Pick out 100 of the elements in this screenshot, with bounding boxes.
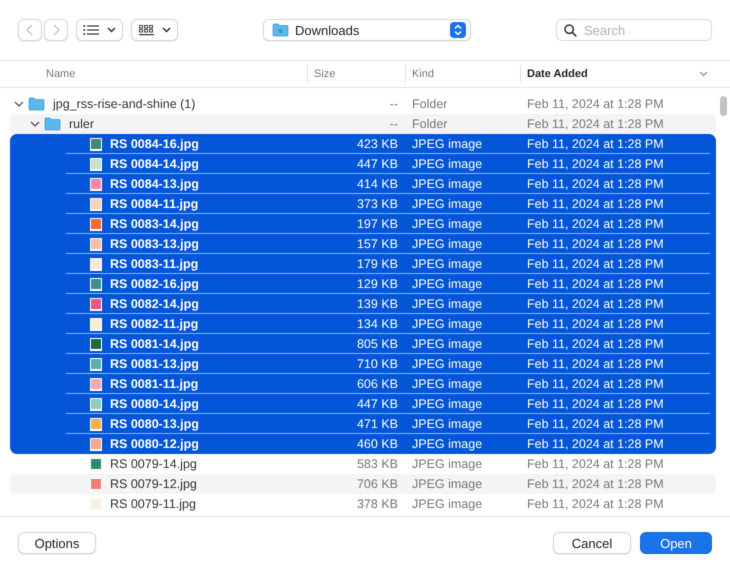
file-name: RS 0084-16.jpg bbox=[110, 137, 199, 151]
dialog-button[interactable]: Cancel bbox=[553, 532, 631, 554]
list-view-button[interactable] bbox=[76, 19, 123, 41]
date-added: Feb 11, 2024 at 1:28 PM bbox=[526, 497, 665, 511]
file-row[interactable]: RS 0084-13.jpg 414 KB JPEG image Feb 11, 2024 at 1:28 PM bbox=[10, 174, 716, 194]
date-added: Feb 11, 2024 at 1:28 PM bbox=[526, 357, 665, 371]
search-field[interactable]: Search bbox=[556, 19, 712, 41]
file-name: RS 0082-11.jpg bbox=[110, 317, 198, 331]
file-name: RS 0081-14.jpg bbox=[110, 337, 199, 351]
search-icon bbox=[564, 24, 577, 36]
up-down-arrows-icon bbox=[450, 22, 466, 38]
file-name: RS 0081-11.jpg bbox=[110, 377, 198, 391]
file-kind: JPEG image bbox=[411, 377, 484, 391]
file-row[interactable]: RS 0081-11.jpg 606 KB JPEG image Feb 11, 2024 at 1:28 PM bbox=[10, 374, 716, 394]
file-kind: JPEG image bbox=[411, 437, 484, 451]
dialog-button[interactable]: Open bbox=[640, 532, 712, 554]
file-kind: JPEG image bbox=[411, 397, 484, 411]
file-name: RS 0080-13.jpg bbox=[110, 417, 199, 431]
date-added: Feb 11, 2024 at 1:28 PM bbox=[526, 137, 665, 151]
file-size: 805 KB bbox=[356, 337, 398, 351]
file-row[interactable]: RS 0082-11.jpg 134 KB JPEG image Feb 11, 2024 at 1:28 PM bbox=[10, 314, 716, 334]
file-name: RS 0079-14.jpg bbox=[110, 457, 197, 471]
file-row[interactable]: RS 0081-14.jpg 805 KB JPEG image Feb 11, 2024 at 1:28 PM bbox=[10, 334, 716, 354]
file-kind: JPEG image bbox=[411, 157, 484, 171]
file-size: 129 KB bbox=[356, 277, 398, 291]
chevron-down-icon[interactable] bbox=[14, 100, 24, 108]
column-header[interactable]: Kind bbox=[412, 68, 434, 80]
file-row[interactable]: RS 0080-13.jpg 471 KB JPEG image Feb 11, 2024 at 1:28 PM bbox=[10, 414, 716, 434]
file-size: 378 KB bbox=[356, 497, 398, 511]
folder-icon bbox=[272, 23, 289, 37]
file-row[interactable]: RS 0080-14.jpg 447 KB JPEG image Feb 11, 2024 at 1:28 PM bbox=[10, 394, 716, 414]
file-name: RS 0082-14.jpg bbox=[110, 297, 199, 311]
file-kind: JPEG image bbox=[411, 497, 484, 511]
file-name: RS 0080-12.jpg bbox=[110, 437, 199, 451]
date-added: Feb 11, 2024 at 1:28 PM bbox=[526, 457, 665, 471]
file-row[interactable]: RS 0084-11.jpg 373 KB JPEG image Feb 11, 2024 at 1:28 PM bbox=[10, 194, 716, 214]
file-size: 134 KB bbox=[356, 317, 398, 331]
file-name: RS 0082-16.jpg bbox=[110, 277, 199, 291]
file-row[interactable]: RS 0084-14.jpg 447 KB JPEG image Feb 11, 2024 at 1:28 PM bbox=[10, 154, 716, 174]
file-row[interactable]: RS 0083-13.jpg 157 KB JPEG image Feb 11, 2024 at 1:28 PM bbox=[10, 234, 716, 254]
file-row[interactable]: RS 0079-11.jpg 378 KB JPEG image Feb 11, 2024 at 1:28 PM bbox=[10, 494, 716, 514]
date-added: Feb 11, 2024 at 1:28 PM bbox=[526, 417, 665, 431]
date-added: Feb 11, 2024 at 1:28 PM bbox=[526, 257, 665, 271]
column-header[interactable]: Date Added bbox=[527, 68, 588, 80]
file-kind: JPEG image bbox=[411, 317, 484, 331]
file-kind: JPEG image bbox=[411, 177, 484, 191]
date-added: Feb 11, 2024 at 1:28 PM bbox=[526, 217, 665, 231]
file-kind: Folder bbox=[411, 97, 448, 111]
file-size: 423 KB bbox=[356, 137, 398, 151]
grid-icon bbox=[138, 24, 154, 36]
file-size: 414 KB bbox=[356, 177, 398, 191]
file-size: 606 KB bbox=[356, 377, 398, 391]
file-size: 139 KB bbox=[356, 297, 398, 311]
file-row[interactable]: RS 0084-16.jpg 423 KB JPEG image Feb 11, 2024 at 1:28 PM bbox=[10, 134, 716, 154]
file-row[interactable]: RS 0080-12.jpg 460 KB JPEG image Feb 11, 2024 at 1:28 PM bbox=[10, 434, 716, 454]
file-row[interactable]: RS 0083-14.jpg 197 KB JPEG image Feb 11, 2024 at 1:28 PM bbox=[10, 214, 716, 234]
file-row[interactable]: RS 0082-14.jpg 139 KB JPEG image Feb 11, 2024 at 1:28 PM bbox=[10, 294, 716, 314]
file-name: RS 0083-11.jpg bbox=[110, 257, 198, 271]
file-kind: JPEG image bbox=[411, 357, 484, 371]
column-header[interactable]: Name bbox=[46, 68, 76, 80]
date-added: Feb 11, 2024 at 1:28 PM bbox=[526, 177, 665, 191]
file-row[interactable]: jpg_rss-rise-and-shine (1) -- Folder Feb 11, 2024 at 1:28 PM bbox=[10, 94, 716, 114]
date-added: Feb 11, 2024 at 1:28 PM bbox=[526, 277, 665, 291]
chevron-right-icon bbox=[52, 24, 60, 36]
folder-icon bbox=[44, 117, 61, 131]
date-added: Feb 11, 2024 at 1:28 PM bbox=[526, 477, 665, 491]
file-kind: JPEG image bbox=[411, 457, 484, 471]
grid-view-button[interactable] bbox=[131, 19, 178, 41]
dialog-button[interactable]: Options bbox=[18, 532, 96, 554]
scrollbar-thumb[interactable] bbox=[720, 96, 726, 116]
date-added: Feb 11, 2024 at 1:28 PM bbox=[526, 197, 665, 211]
column-header[interactable]: Size bbox=[314, 68, 336, 80]
file-size: 373 KB bbox=[356, 197, 398, 211]
file-row[interactable]: RS 0079-14.jpg 583 KB JPEG image Feb 11, 2024 at 1:28 PM bbox=[10, 454, 716, 474]
file-size: 706 KB bbox=[356, 477, 398, 491]
date-added: Feb 11, 2024 at 1:28 PM bbox=[526, 297, 665, 311]
date-added: Feb 11, 2024 at 1:28 PM bbox=[526, 317, 665, 331]
file-kind: JPEG image bbox=[411, 197, 484, 211]
file-name: RS 0084-11.jpg bbox=[110, 197, 198, 211]
file-kind: JPEG image bbox=[411, 337, 484, 351]
file-row[interactable]: ruler -- Folder Feb 11, 2024 at 1:28 PM bbox=[10, 114, 716, 134]
location-popup[interactable]: Downloads bbox=[263, 19, 471, 41]
file-row[interactable]: RS 0081-13.jpg 710 KB JPEG image Feb 11, 2024 at 1:28 PM bbox=[10, 354, 716, 374]
file-size: 197 KB bbox=[356, 217, 398, 231]
file-size: 157 KB bbox=[356, 237, 398, 251]
file-row[interactable]: RS 0079-12.jpg 706 KB JPEG image Feb 11, 2024 at 1:28 PM bbox=[10, 474, 716, 494]
chevron-down-icon[interactable] bbox=[30, 120, 40, 128]
file-kind: JPEG image bbox=[411, 137, 484, 151]
date-added: Feb 11, 2024 at 1:28 PM bbox=[526, 377, 665, 391]
file-size: -- bbox=[388, 97, 398, 111]
file-row[interactable]: RS 0083-11.jpg 179 KB JPEG image Feb 11, 2024 at 1:28 PM bbox=[10, 254, 716, 274]
file-name: RS 0079-11.jpg bbox=[110, 497, 196, 511]
file-name: jpg_rss-rise-and-shine (1) bbox=[53, 97, 196, 111]
file-name: RS 0080-14.jpg bbox=[110, 397, 199, 411]
chevron-down-icon bbox=[162, 27, 170, 33]
file-size: 710 KB bbox=[356, 357, 398, 371]
file-name: RS 0084-14.jpg bbox=[110, 157, 199, 171]
date-added: Feb 11, 2024 at 1:28 PM bbox=[526, 237, 665, 251]
file-name: ruler bbox=[69, 117, 94, 131]
file-row[interactable]: RS 0082-16.jpg 129 KB JPEG image Feb 11, 2024 at 1:28 PM bbox=[10, 274, 716, 294]
